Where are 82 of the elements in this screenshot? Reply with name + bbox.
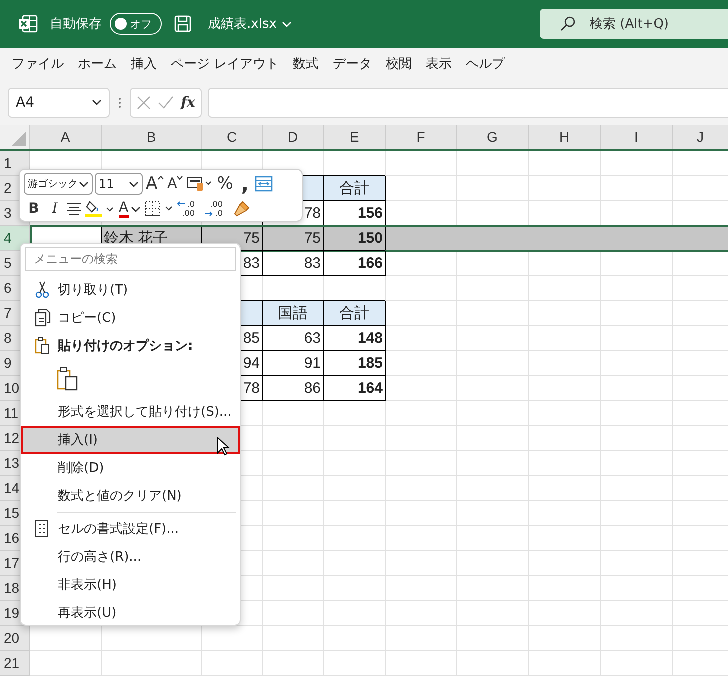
- save-icon[interactable]: [174, 15, 192, 33]
- chevron-down-icon: [92, 99, 102, 106]
- center-align-icon[interactable]: [67, 203, 81, 215]
- insert-function-button[interactable]: fx: [181, 94, 196, 110]
- font-size-dropdown[interactable]: 11: [95, 173, 143, 195]
- ribbon-tab[interactable]: ホーム: [71, 48, 124, 80]
- ribbon-tab[interactable]: 数式: [286, 48, 326, 80]
- arrow-left-icon: [176, 201, 185, 207]
- autosave-toggle[interactable]: オフ: [110, 13, 162, 35]
- name-box[interactable]: A4: [8, 88, 110, 118]
- mouse-pointer-icon: [217, 437, 230, 456]
- chevron-down-icon: [282, 20, 292, 28]
- row-header[interactable]: 20: [0, 626, 30, 651]
- menu-heading: 貼り付けのオプション:: [58, 338, 194, 355]
- grow-font-button[interactable]: A: [145, 173, 165, 195]
- shrink-font-button[interactable]: A: [166, 173, 184, 195]
- clipboard-icon[interactable]: [57, 367, 79, 391]
- ribbon-tab[interactable]: ファイル: [5, 48, 71, 80]
- table-cell: 合計: [324, 301, 386, 326]
- search-icon: [560, 16, 576, 32]
- formula-input[interactable]: [208, 88, 728, 118]
- arrow-right-icon: [204, 211, 213, 217]
- row-header[interactable]: 21: [0, 651, 30, 676]
- ribbon-tab[interactable]: 挿入: [124, 48, 164, 80]
- percent-button[interactable]: %: [214, 173, 236, 195]
- table-cell: 185: [324, 351, 386, 376]
- caret-up-icon: [158, 176, 164, 180]
- ribbon-tab[interactable]: ヘルプ: [459, 48, 512, 80]
- fill-color-icon[interactable]: [85, 200, 115, 218]
- table-cell: 164: [324, 376, 386, 401]
- copy-icon: [35, 309, 51, 327]
- row-header[interactable]: 1: [0, 151, 30, 176]
- column-header[interactable]: J: [673, 125, 728, 149]
- merge-cells-icon[interactable]: [254, 176, 273, 192]
- autosave-label: 自動保存: [50, 16, 102, 33]
- scissors-icon: [35, 281, 51, 299]
- column-header[interactable]: H: [529, 125, 601, 149]
- column-header[interactable]: A: [30, 125, 102, 149]
- column-header[interactable]: F: [386, 125, 457, 149]
- grip-icon: [118, 96, 122, 108]
- table-cell: 148: [324, 326, 386, 351]
- number-format-icon[interactable]: [187, 176, 212, 192]
- table-cell: 150: [324, 226, 386, 251]
- chevron-down-icon: [79, 180, 89, 188]
- font-color-button[interactable]: A: [118, 198, 142, 220]
- table-cell: 166: [324, 251, 386, 276]
- borders-icon[interactable]: [144, 201, 173, 217]
- spreadsheet-app-icon: [18, 15, 38, 33]
- ribbon-tab[interactable]: ページ レイアウト: [164, 48, 286, 80]
- ribbon-tab[interactable]: 校閲: [379, 48, 420, 80]
- table-cell: 合計: [324, 176, 386, 201]
- row-header[interactable]: 4: [0, 226, 30, 251]
- column-header[interactable]: C: [202, 125, 263, 149]
- caret-down-icon: [177, 176, 184, 180]
- clipboard-icon: [35, 337, 51, 355]
- ribbon-tab[interactable]: データ: [326, 48, 380, 80]
- filename-button[interactable]: 成績表.xlsx: [208, 15, 292, 33]
- list-icon: [35, 520, 51, 538]
- font-name-dropdown[interactable]: 游ゴシック: [24, 173, 93, 195]
- table-cell: 91: [263, 351, 324, 376]
- decrease-decimal-button[interactable]: .00 .0: [204, 198, 230, 220]
- menu-item[interactable]: 挿入(I): [21, 426, 240, 454]
- italic-button[interactable]: I: [46, 198, 64, 220]
- search-field[interactable]: 検索 (Alt+Q): [540, 9, 728, 39]
- increase-decimal-button[interactable]: .0 .00: [176, 198, 202, 220]
- brush-icon[interactable]: [232, 200, 251, 218]
- table-cell: 83: [263, 251, 324, 276]
- comma-style-button[interactable]: ,: [238, 173, 252, 195]
- ribbon-tab[interactable]: 表示: [419, 48, 460, 80]
- column-header[interactable]: E: [324, 125, 386, 149]
- chevron-down-icon: [130, 206, 141, 212]
- check-icon[interactable]: [158, 96, 174, 110]
- column-header[interactable]: G: [457, 125, 529, 149]
- column-header[interactable]: I: [601, 125, 673, 149]
- column-header[interactable]: D: [263, 125, 324, 149]
- table-cell: 63: [263, 326, 324, 351]
- table-cell: 75: [263, 226, 324, 251]
- menu-search-field[interactable]: メニューの検索: [25, 247, 236, 271]
- table-cell: 86: [263, 376, 324, 401]
- table-cell: 国語: [263, 301, 324, 326]
- chevron-down-icon: [129, 180, 139, 188]
- column-header[interactable]: B: [102, 125, 202, 149]
